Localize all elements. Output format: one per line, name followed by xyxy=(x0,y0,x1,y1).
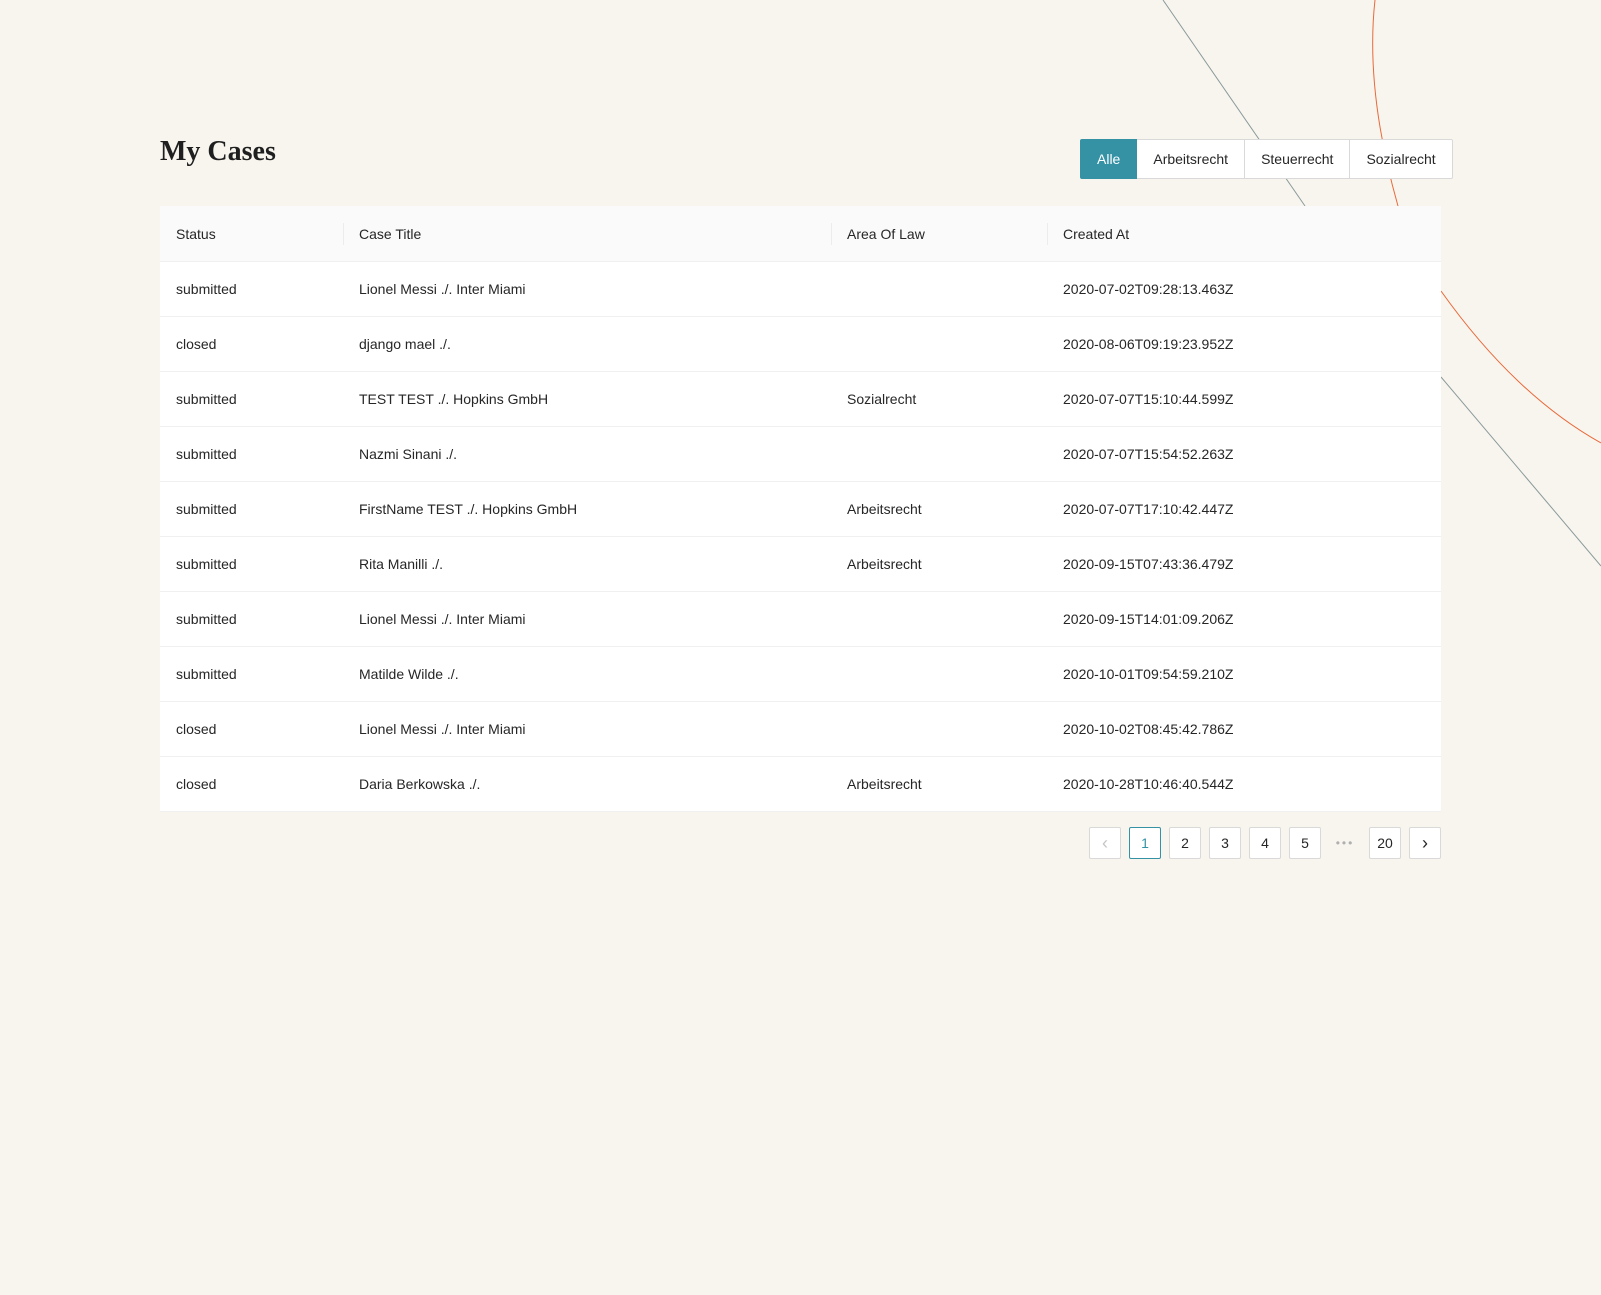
jump-next-ellipsis[interactable]: ••• xyxy=(1329,827,1361,859)
cell-status: submitted xyxy=(160,426,343,482)
cases-table: Status Case Title Area Of Law Created At… xyxy=(160,206,1441,812)
filter-sozialrecht-button[interactable]: Sozialrecht xyxy=(1349,139,1453,179)
table-row[interactable]: submitted Lionel Messi ./. Inter Miami 2… xyxy=(160,261,1441,317)
column-header-created-at[interactable]: Created At xyxy=(1047,206,1441,262)
cell-status: submitted xyxy=(160,591,343,647)
cell-status: closed xyxy=(160,701,343,757)
cell-created-at: 2020-07-07T15:54:52.263Z xyxy=(1047,426,1441,482)
filter-arbeitsrecht-button[interactable]: Arbeitsrecht xyxy=(1136,139,1246,179)
cell-created-at: 2020-07-07T17:10:42.447Z xyxy=(1047,481,1441,537)
cell-case-title: FirstName TEST ./. Hopkins GmbH xyxy=(343,481,831,537)
cell-created-at: 2020-10-28T10:46:40.544Z xyxy=(1047,756,1441,812)
cell-area-of-law xyxy=(831,646,1047,702)
cell-area-of-law xyxy=(831,591,1047,647)
table-row[interactable]: closed Daria Berkowska ./. Arbeitsrecht … xyxy=(160,756,1441,812)
table-row[interactable]: closed django mael ./. 2020-08-06T09:19:… xyxy=(160,316,1441,372)
cell-area-of-law xyxy=(831,316,1047,372)
cell-status: submitted xyxy=(160,481,343,537)
table-row[interactable]: submitted Rita Manilli ./. Arbeitsrecht … xyxy=(160,536,1441,592)
chevron-left-icon: ‹ xyxy=(1102,832,1108,853)
next-page-button[interactable]: › xyxy=(1409,827,1441,859)
page-3-button[interactable]: 3 xyxy=(1209,827,1241,859)
page-title: My Cases xyxy=(160,136,276,167)
cell-area-of-law: Arbeitsrecht xyxy=(831,756,1047,812)
cell-status: submitted xyxy=(160,261,343,317)
area-of-law-filter: Alle Arbeitsrecht Steuerrecht Sozialrech… xyxy=(1080,139,1453,179)
cell-status: submitted xyxy=(160,371,343,427)
cell-area-of-law xyxy=(831,701,1047,757)
column-header-case-title[interactable]: Case Title xyxy=(343,206,831,262)
chevron-right-icon: › xyxy=(1422,832,1428,853)
cell-created-at: 2020-08-06T09:19:23.952Z xyxy=(1047,316,1441,372)
page-20-button[interactable]: 20 xyxy=(1369,827,1401,859)
cell-area-of-law xyxy=(831,261,1047,317)
cell-case-title: Nazmi Sinani ./. xyxy=(343,426,831,482)
cell-case-title: django mael ./. xyxy=(343,316,831,372)
cell-status: submitted xyxy=(160,536,343,592)
cell-status: submitted xyxy=(160,646,343,702)
cell-created-at: 2020-07-02T09:28:13.463Z xyxy=(1047,261,1441,317)
cell-created-at: 2020-09-15T07:43:36.479Z xyxy=(1047,536,1441,592)
table-row[interactable]: submitted Lionel Messi ./. Inter Miami 2… xyxy=(160,591,1441,647)
page-1-button[interactable]: 1 xyxy=(1129,827,1161,859)
cell-created-at: 2020-10-01T09:54:59.210Z xyxy=(1047,646,1441,702)
cell-area-of-law: Arbeitsrecht xyxy=(831,481,1047,537)
cell-case-title: Lionel Messi ./. Inter Miami xyxy=(343,701,831,757)
cell-area-of-law xyxy=(831,426,1047,482)
cell-case-title: Lionel Messi ./. Inter Miami xyxy=(343,261,831,317)
column-header-area-of-law[interactable]: Area Of Law xyxy=(831,206,1047,262)
decor-line-lower xyxy=(1440,376,1601,567)
cell-case-title: TEST TEST ./. Hopkins GmbH xyxy=(343,371,831,427)
cell-case-title: Daria Berkowska ./. xyxy=(343,756,831,812)
prev-page-button[interactable]: ‹ xyxy=(1089,827,1121,859)
table-row[interactable]: submitted Matilde Wilde ./. 2020-10-01T0… xyxy=(160,646,1441,702)
cell-area-of-law: Sozialrecht xyxy=(831,371,1047,427)
filter-all-button[interactable]: Alle xyxy=(1080,139,1138,179)
column-header-status[interactable]: Status xyxy=(160,206,343,262)
cell-created-at: 2020-07-07T15:10:44.599Z xyxy=(1047,371,1441,427)
table-row[interactable]: submitted TEST TEST ./. Hopkins GmbH Soz… xyxy=(160,371,1441,427)
cell-created-at: 2020-10-02T08:45:42.786Z xyxy=(1047,701,1441,757)
page-2-button[interactable]: 2 xyxy=(1169,827,1201,859)
cell-status: closed xyxy=(160,756,343,812)
page-5-button[interactable]: 5 xyxy=(1289,827,1321,859)
table-row[interactable]: submitted Nazmi Sinani ./. 2020-07-07T15… xyxy=(160,426,1441,482)
pagination: ‹ 1 2 3 4 5 ••• 20 › xyxy=(1089,827,1441,859)
table-header-row: Status Case Title Area Of Law Created At xyxy=(160,206,1441,262)
cell-created-at: 2020-09-15T14:01:09.206Z xyxy=(1047,591,1441,647)
cell-area-of-law: Arbeitsrecht xyxy=(831,536,1047,592)
decor-arc-right xyxy=(1440,290,1601,444)
page-4-button[interactable]: 4 xyxy=(1249,827,1281,859)
filter-steuerrecht-button[interactable]: Steuerrecht xyxy=(1244,139,1351,179)
cell-status: closed xyxy=(160,316,343,372)
table-row[interactable]: submitted FirstName TEST ./. Hopkins Gmb… xyxy=(160,481,1441,537)
cell-case-title: Matilde Wilde ./. xyxy=(343,646,831,702)
table-row[interactable]: closed Lionel Messi ./. Inter Miami 2020… xyxy=(160,701,1441,757)
cell-case-title: Rita Manilli ./. xyxy=(343,536,831,592)
cell-case-title: Lionel Messi ./. Inter Miami xyxy=(343,591,831,647)
